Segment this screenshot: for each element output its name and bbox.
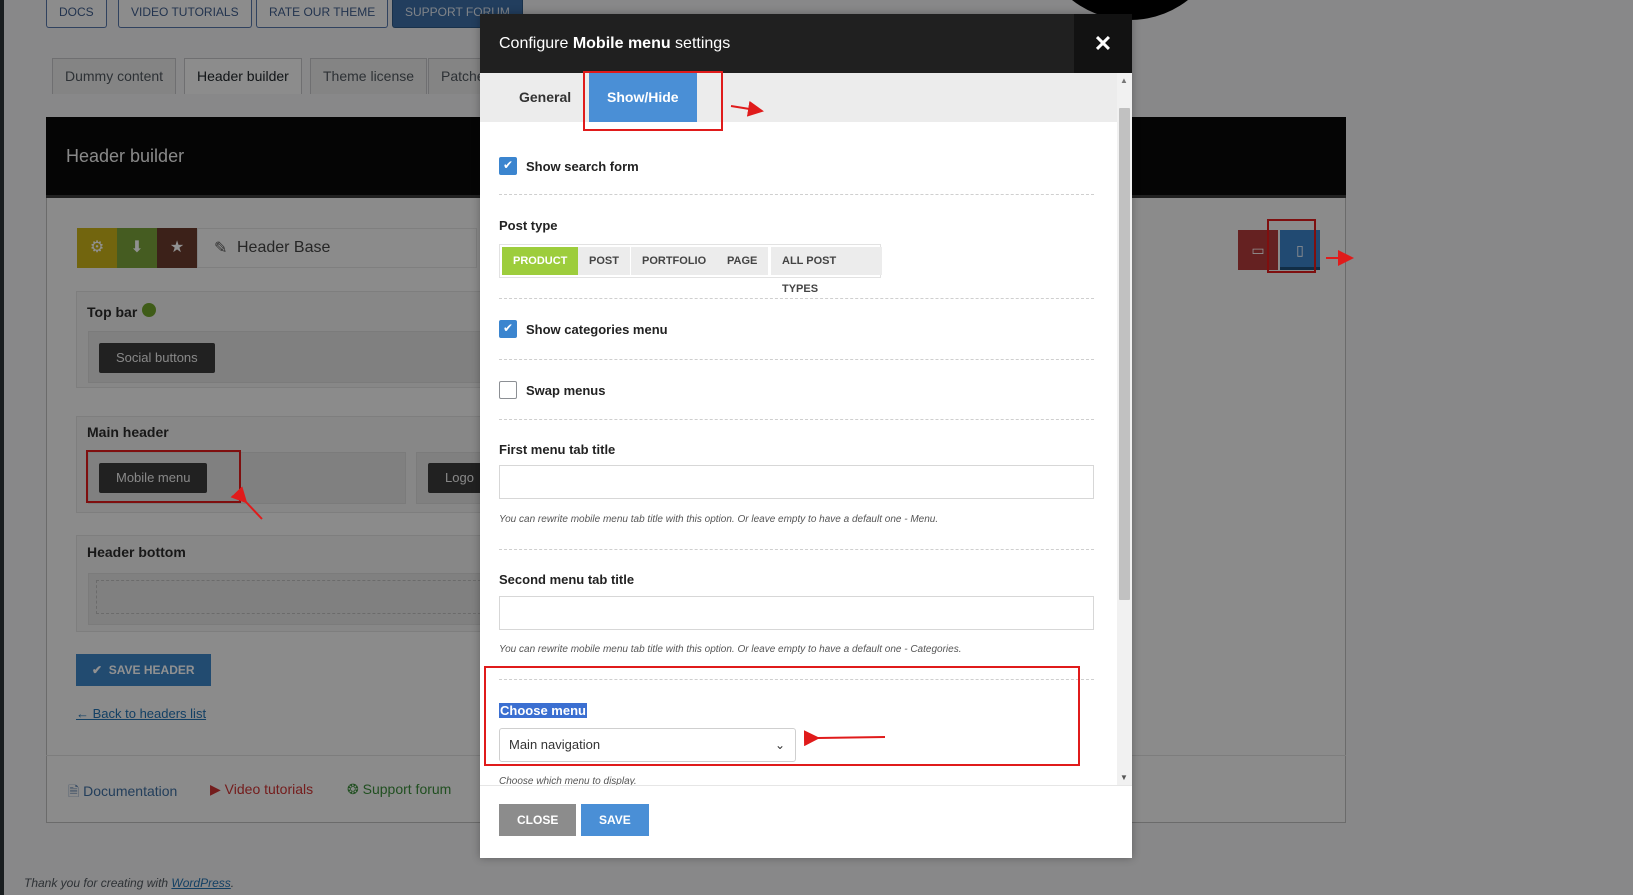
annotation-arrow-mobile-menu [230, 486, 263, 520]
annotation-arrows [230, 100, 1354, 747]
annotation-arrow-show-hide [730, 100, 764, 117]
annotation-arrow-choose-menu [803, 730, 886, 747]
